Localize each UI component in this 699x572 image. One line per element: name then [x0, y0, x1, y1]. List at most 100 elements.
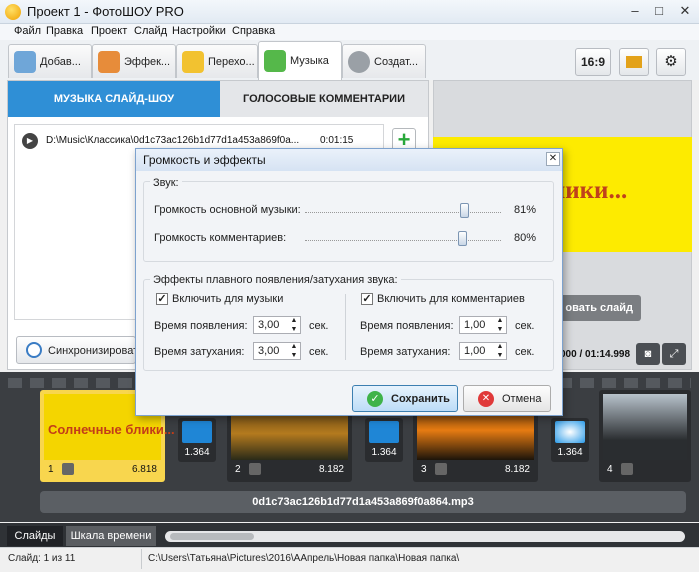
maximize-button[interactable]: □: [650, 3, 668, 19]
settings-button[interactable]: ⚙: [656, 48, 686, 76]
tab-label: Музыка: [290, 55, 329, 67]
music-fade-out-label: Время затухания:: [154, 346, 245, 358]
palette-icon: [98, 51, 120, 73]
tab-transitions[interactable]: Перехо...: [176, 44, 258, 78]
sync-label: Синхронизироват: [48, 345, 139, 357]
tab-label: Создат...: [374, 56, 419, 68]
comment-volume-slider[interactable]: [305, 240, 501, 242]
tab-timeline[interactable]: Шкала времени: [66, 526, 156, 546]
music-volume-label: Громкость основной музыки:: [154, 204, 301, 216]
menu-slide[interactable]: Слайд: [134, 25, 167, 37]
comment-fade-out-label: Время затухания:: [360, 346, 451, 358]
edit-slide-icon[interactable]: [62, 463, 74, 475]
tab-add[interactable]: Добав...: [8, 44, 92, 78]
cancel-button[interactable]: ✕ Отмена: [463, 385, 551, 412]
fullscreen-button[interactable]: ⤢: [662, 343, 686, 365]
tab-create[interactable]: Создат...: [342, 44, 426, 78]
tab-label: Эффек...: [124, 56, 171, 68]
minimize-button[interactable]: –: [626, 3, 644, 19]
transition-thumbnail[interactable]: 1.364: [551, 418, 589, 462]
slide-thumbnail[interactable]: 4: [599, 390, 691, 482]
menu-settings[interactable]: Настройки: [172, 25, 226, 37]
transition-duration: 1.364: [557, 447, 583, 458]
menu-edit[interactable]: Правка: [46, 25, 83, 37]
app-logo-icon: [5, 4, 21, 20]
camera-icon: [14, 51, 36, 73]
clock-icon: [26, 342, 42, 358]
comment-fade-in-stepper[interactable]: ▲ ▼: [495, 316, 505, 334]
comment-volume-value: 80%: [514, 232, 537, 244]
slide-image: [603, 394, 687, 460]
music-fade-out-stepper[interactable]: ▲ ▼: [289, 342, 299, 360]
slide-caption: Солнечные блики...: [48, 422, 175, 437]
comment-volume-label: Громкость комментариев:: [154, 232, 287, 244]
slide-number: 3: [421, 464, 427, 475]
fade-divider: [345, 294, 346, 360]
comment-fade-in-label: Время появления:: [360, 320, 454, 332]
unit-label: сек.: [515, 346, 535, 358]
tab-slides[interactable]: Слайды: [7, 526, 63, 546]
menu-help[interactable]: Справка: [232, 25, 275, 37]
comment-fade-out-stepper[interactable]: ▲ ▼: [495, 342, 505, 360]
snapshot-button[interactable]: ◙: [636, 343, 660, 365]
close-window-button[interactable]: ✕: [676, 3, 694, 19]
transition-thumbnail[interactable]: 1.364: [178, 418, 216, 462]
camera-icon: ◙: [644, 348, 652, 360]
window-title: Проект 1 - ФотоШОУ PRO: [27, 4, 184, 19]
checkmark-icon: ✓: [367, 391, 383, 407]
play-icon[interactable]: ▶: [22, 133, 38, 149]
subtab-slideshow-music[interactable]: МУЗЫКА СЛАЙД-ШОУ: [8, 81, 220, 117]
music-track-bar[interactable]: 0d1c73ac126b1d77d1a453a869f0a864.mp3: [40, 491, 686, 513]
menu-file[interactable]: Файл: [14, 25, 41, 37]
edit-slide-icon[interactable]: [621, 463, 633, 475]
music-fade-checkbox[interactable]: ✓: [156, 293, 168, 305]
sound-group-label: Звук:: [150, 177, 182, 189]
cancel-icon: ✕: [478, 391, 494, 407]
save-label: Сохранить: [391, 393, 450, 405]
music-volume-slider[interactable]: [305, 212, 501, 214]
tab-label: Перехо...: [208, 56, 255, 68]
slide-duration: 8.182: [318, 464, 344, 475]
sound-group: [143, 181, 554, 262]
slide-duration: 6.818: [131, 464, 157, 475]
transition-duration: 1.364: [184, 447, 210, 458]
gear-icon: ⚙: [664, 53, 678, 70]
transition-icon: [555, 421, 585, 443]
save-button[interactable]: ✓ Сохранить: [352, 385, 458, 412]
status-divider: [141, 549, 142, 569]
cancel-label: Отмена: [502, 393, 542, 405]
transition-duration: 1.364: [371, 447, 397, 458]
track-path[interactable]: D:\Music\Классика\0d1c73ac126b1d77d1a453…: [46, 135, 299, 146]
unit-label: сек.: [309, 320, 329, 332]
tab-effects[interactable]: Эффек...: [92, 44, 176, 78]
unit-label: сек.: [309, 346, 329, 358]
comment-fade-checkbox[interactable]: ✓: [361, 293, 373, 305]
track-duration: 0:01:15: [320, 135, 354, 146]
music-volume-value: 81%: [514, 204, 537, 216]
comment-volume-slider-thumb[interactable]: [457, 231, 467, 246]
tab-music[interactable]: Музыка: [258, 41, 342, 80]
comment-fade-checkbox-label: Включить для комментариев: [377, 293, 525, 305]
music-volume-slider-thumb[interactable]: [459, 203, 469, 218]
aspect-ratio-button[interactable]: 16:9: [575, 48, 611, 76]
dialog-close-button[interactable]: ✕: [546, 152, 560, 166]
tab-label: Добав...: [40, 56, 81, 68]
transition-thumbnail[interactable]: 1.364: [365, 418, 403, 462]
image-icon: [626, 56, 642, 68]
slide-number: 1: [48, 464, 54, 475]
subtab-voice-comments[interactable]: ГОЛОСОВЫЕ КОММЕНТАРИИ: [220, 81, 428, 117]
scrollbar-thumb[interactable]: [170, 533, 254, 540]
status-slide-count: Слайд: 1 из 11: [8, 553, 76, 564]
timecode: 000 / 01:14.998: [560, 349, 631, 360]
slide-number: 2: [235, 464, 241, 475]
slide-number: 4: [607, 464, 613, 475]
music-note-icon: [264, 50, 286, 72]
music-fade-checkbox-label: Включить для музыки: [172, 293, 284, 305]
edit-slide-icon[interactable]: [435, 463, 447, 475]
edit-slide-icon[interactable]: [249, 463, 261, 475]
music-fade-in-stepper[interactable]: ▲ ▼: [289, 316, 299, 334]
transition-icon: [182, 421, 212, 443]
film-reel-icon: [348, 51, 370, 73]
image-button[interactable]: [619, 48, 649, 76]
menu-project[interactable]: Проект: [91, 25, 127, 37]
